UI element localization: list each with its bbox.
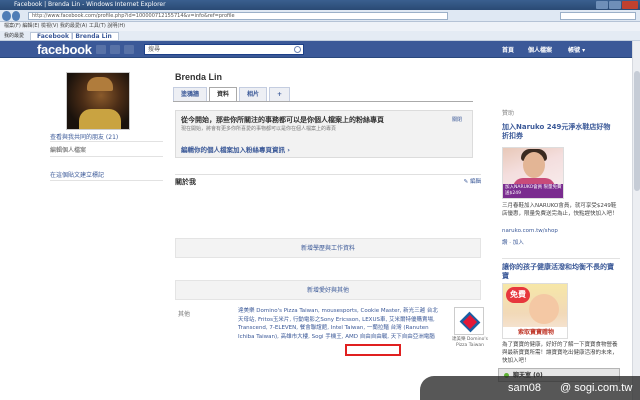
profile-picture-hat bbox=[87, 77, 113, 91]
scrollbar-thumb[interactable] bbox=[634, 71, 640, 191]
ad1-image[interactable]: 加入NARUKO會員 限量免費送$249 bbox=[502, 147, 564, 199]
favorites-button[interactable]: 我的最愛 bbox=[4, 31, 24, 40]
messages-icon[interactable] bbox=[110, 45, 120, 54]
notice-close-link[interactable]: 關閉 bbox=[452, 116, 462, 123]
tab-info[interactable]: 資料 bbox=[209, 87, 238, 101]
edit-about-link[interactable]: ✎ 編輯 bbox=[464, 177, 481, 185]
watermark-site: @ sogi.com.tw bbox=[560, 382, 633, 394]
window-title: Facebook | Brenda Lin - Windows Internet… bbox=[14, 1, 166, 8]
scrollbar[interactable] bbox=[632, 41, 640, 400]
watermark-user: sam08 bbox=[508, 382, 542, 394]
back-icon[interactable] bbox=[2, 11, 11, 21]
dominos-caption[interactable]: 達美樂 Domino's Pizza Taiwan bbox=[452, 337, 488, 349]
ad1-face bbox=[523, 152, 545, 178]
nav-home[interactable]: 首頁 bbox=[502, 45, 514, 54]
forward-icon[interactable] bbox=[11, 11, 20, 21]
browser-tab[interactable]: Facebook | Brenda Lin bbox=[30, 32, 119, 41]
tabs-divider bbox=[173, 101, 473, 102]
add-likes-band[interactable]: 新增愛好與其他 bbox=[175, 280, 481, 300]
facebook-header: facebook 搜尋 首頁 個人檔案 帳號 ▾ bbox=[0, 41, 640, 58]
maximize-button[interactable] bbox=[609, 1, 621, 9]
ad2-caption: 索取寶寶贈物 bbox=[503, 327, 567, 338]
ad2-image[interactable]: 免費 索取寶寶贈物 bbox=[502, 283, 568, 339]
ad1-caption: 加入NARUKO會員 限量免費送$249 bbox=[503, 184, 563, 198]
profile-tabs: 塗鴉牆 資料 相片 + bbox=[173, 87, 291, 101]
url-field[interactable]: http://www.facebook.com/profile.php?id=1… bbox=[28, 12, 448, 20]
search-placeholder: 搜尋 bbox=[148, 46, 161, 53]
notice-description: 現在開始，將會有更多你所喜愛的事物都可以是你在個人檔案上的專頁 bbox=[181, 126, 337, 132]
ad1-title[interactable]: 加入Naruko 249元淨水鞋店好物折扣券 bbox=[502, 123, 617, 141]
mutual-friends-link[interactable]: 查看與我共同的朋友 (21) bbox=[50, 132, 118, 141]
ad1-link[interactable]: naruko.com.tw/shop bbox=[502, 228, 558, 234]
add-education-band[interactable]: 新增學歷與工作資料 bbox=[175, 238, 481, 258]
sponsored-header: 贊助 bbox=[502, 110, 515, 117]
nav-profile[interactable]: 個人檔案 bbox=[528, 45, 552, 54]
profile-picture-shirt bbox=[79, 109, 121, 129]
search-icon[interactable] bbox=[294, 46, 301, 53]
ad2-text: 為了寶寶的健康，好好的了解一下寶寶食物營養與最新寶寶所需！讓寶寶吃出健康活潑的未… bbox=[502, 342, 618, 364]
browser-search-field[interactable] bbox=[560, 12, 636, 20]
notifications-icon[interactable] bbox=[124, 45, 134, 54]
tab-photos[interactable]: 相片 bbox=[239, 87, 268, 101]
ad2-baby bbox=[529, 294, 559, 324]
about-title: 關於我 bbox=[175, 178, 196, 186]
favorites-bar: 我的最愛 Facebook | Brenda Lin bbox=[0, 31, 640, 41]
window-title-bar: Facebook | Brenda Lin - Windows Internet… bbox=[0, 0, 640, 10]
tag-post-link[interactable]: 在這個貼文建立標記 bbox=[50, 170, 104, 179]
ad2-title[interactable]: 讓你的孩子健康活潑和均衡不長的寶寶 bbox=[502, 263, 617, 281]
divider bbox=[50, 141, 163, 142]
menu-bar[interactable]: 檔案(F) 編輯(E) 檢視(V) 我的最愛(A) 工具(T) 說明(H) bbox=[0, 22, 640, 31]
minimize-button[interactable] bbox=[596, 1, 608, 9]
divider bbox=[50, 156, 163, 157]
add-tab-button[interactable]: + bbox=[269, 87, 291, 101]
fan-page-notice: 從今開始，那些你所關注的事務都可以是你個人檔案上的粉絲專頁 現在開始，將會有更多… bbox=[175, 110, 473, 158]
notice-title: 從今開始，那些你所關注的事務都可以是你個人檔案上的粉絲專頁 bbox=[181, 116, 384, 124]
about-section-header: 關於我 ✎ 編輯 bbox=[175, 174, 481, 186]
notice-action-link[interactable]: 編輯你的個人檔案加入粉絲專頁資訊 › bbox=[181, 144, 290, 154]
address-bar: http://www.facebook.com/profile.php?id=1… bbox=[0, 10, 640, 22]
profile-name: Brenda Lin bbox=[175, 72, 223, 82]
close-window-button[interactable] bbox=[622, 1, 638, 9]
facebook-logo[interactable]: facebook bbox=[37, 42, 92, 57]
friend-requests-icon[interactable] bbox=[96, 45, 106, 54]
window-controls bbox=[596, 1, 638, 9]
tab-wall[interactable]: 塗鴉牆 bbox=[173, 87, 208, 101]
other-label: 其他 bbox=[178, 311, 191, 318]
watermark: sam08 @ sogi.com.tw bbox=[420, 376, 640, 400]
dominos-logo[interactable] bbox=[454, 307, 484, 335]
ad2-free-badge: 免費 bbox=[506, 287, 530, 303]
profile-picture[interactable] bbox=[66, 72, 130, 130]
nav-account[interactable]: 帳號 ▾ bbox=[568, 45, 585, 54]
edit-profile-link[interactable]: 編輯個人檔案 bbox=[50, 145, 86, 154]
nav-buttons bbox=[2, 11, 20, 21]
other-likes-text[interactable]: 達美樂 Domino's Pizza Taiwan, mousesports, … bbox=[238, 307, 438, 341]
ad-divider bbox=[502, 258, 620, 259]
ad1-like-button[interactable]: 讚 · 加入 bbox=[502, 238, 524, 246]
sogi-highlight-box bbox=[345, 344, 401, 356]
search-input[interactable]: 搜尋 bbox=[144, 44, 304, 55]
ad1-text: 三月春鞋加入NARUKO會員，就可享受$249鞋店優惠，限量免費送完為止，快點趕… bbox=[502, 203, 618, 217]
divider bbox=[50, 180, 163, 181]
